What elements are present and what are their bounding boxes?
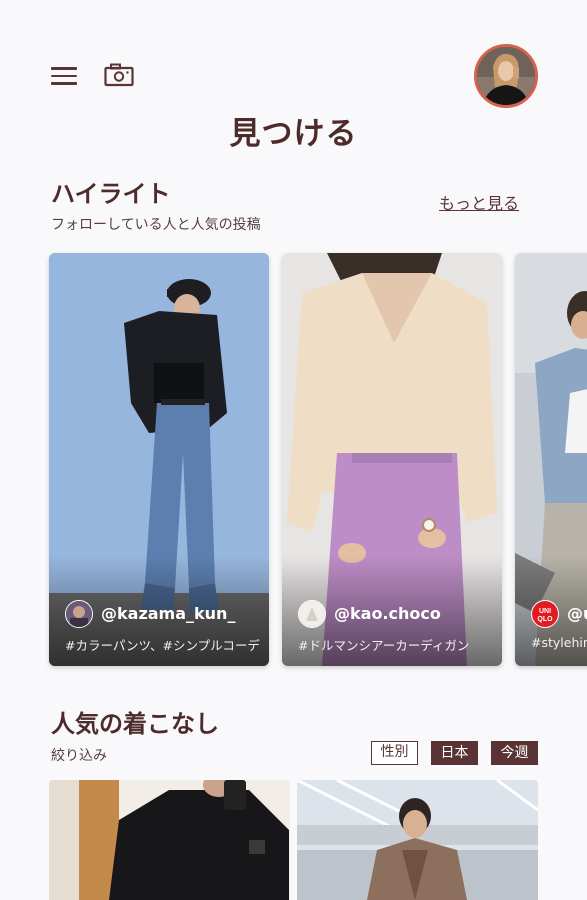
card-hashtags: #stylehin (531, 635, 587, 650)
outfit-thumbnail[interactable] (49, 780, 290, 900)
highlight-card[interactable]: @kao.choco #ドルマンシアーカーディガン (282, 253, 502, 666)
menu-icon[interactable] (51, 67, 77, 85)
filter-chip-gender[interactable]: 性別 (371, 741, 418, 765)
page-title: 見つける (229, 116, 358, 152)
highlight-card[interactable]: @kazama_kun_ #カラーパンツ、#シンプルコーデ (49, 253, 269, 666)
card-username[interactable]: @kazama_kun_ (101, 604, 235, 623)
highlight-section-subtitle: フォローしている人と人気の投稿 (51, 217, 261, 233)
highlight-card[interactable]: UNI QLO @u #stylehin (515, 253, 587, 666)
camera-icon[interactable] (104, 63, 134, 87)
popular-section-title: 人気の着こなし (51, 710, 219, 738)
outfit-thumbnail[interactable] (297, 780, 538, 900)
filter-chip-region[interactable]: 日本 (431, 741, 478, 765)
svg-text:UNI: UNI (539, 608, 551, 615)
card-hashtags: #ドルマンシアーカーディガン (298, 638, 470, 653)
user-avatar (65, 600, 93, 628)
card-hashtags: #カラーパンツ、#シンプルコーデ (65, 638, 260, 653)
user-avatar (298, 600, 326, 628)
svg-text:QLO: QLO (537, 616, 553, 623)
card-username[interactable]: @u (567, 604, 587, 623)
filter-label: 絞り込み (51, 748, 107, 764)
profile-avatar[interactable] (474, 44, 538, 108)
card-username[interactable]: @kao.choco (334, 604, 441, 623)
filter-chip-period[interactable]: 今週 (491, 741, 538, 765)
brand-logo-avatar: UNI QLO (531, 600, 559, 628)
uniqlo-logo-icon: UNI QLO (532, 601, 558, 627)
highlight-section-title: ハイライト (51, 180, 171, 208)
see-more-link[interactable]: もっと見る (439, 190, 519, 214)
